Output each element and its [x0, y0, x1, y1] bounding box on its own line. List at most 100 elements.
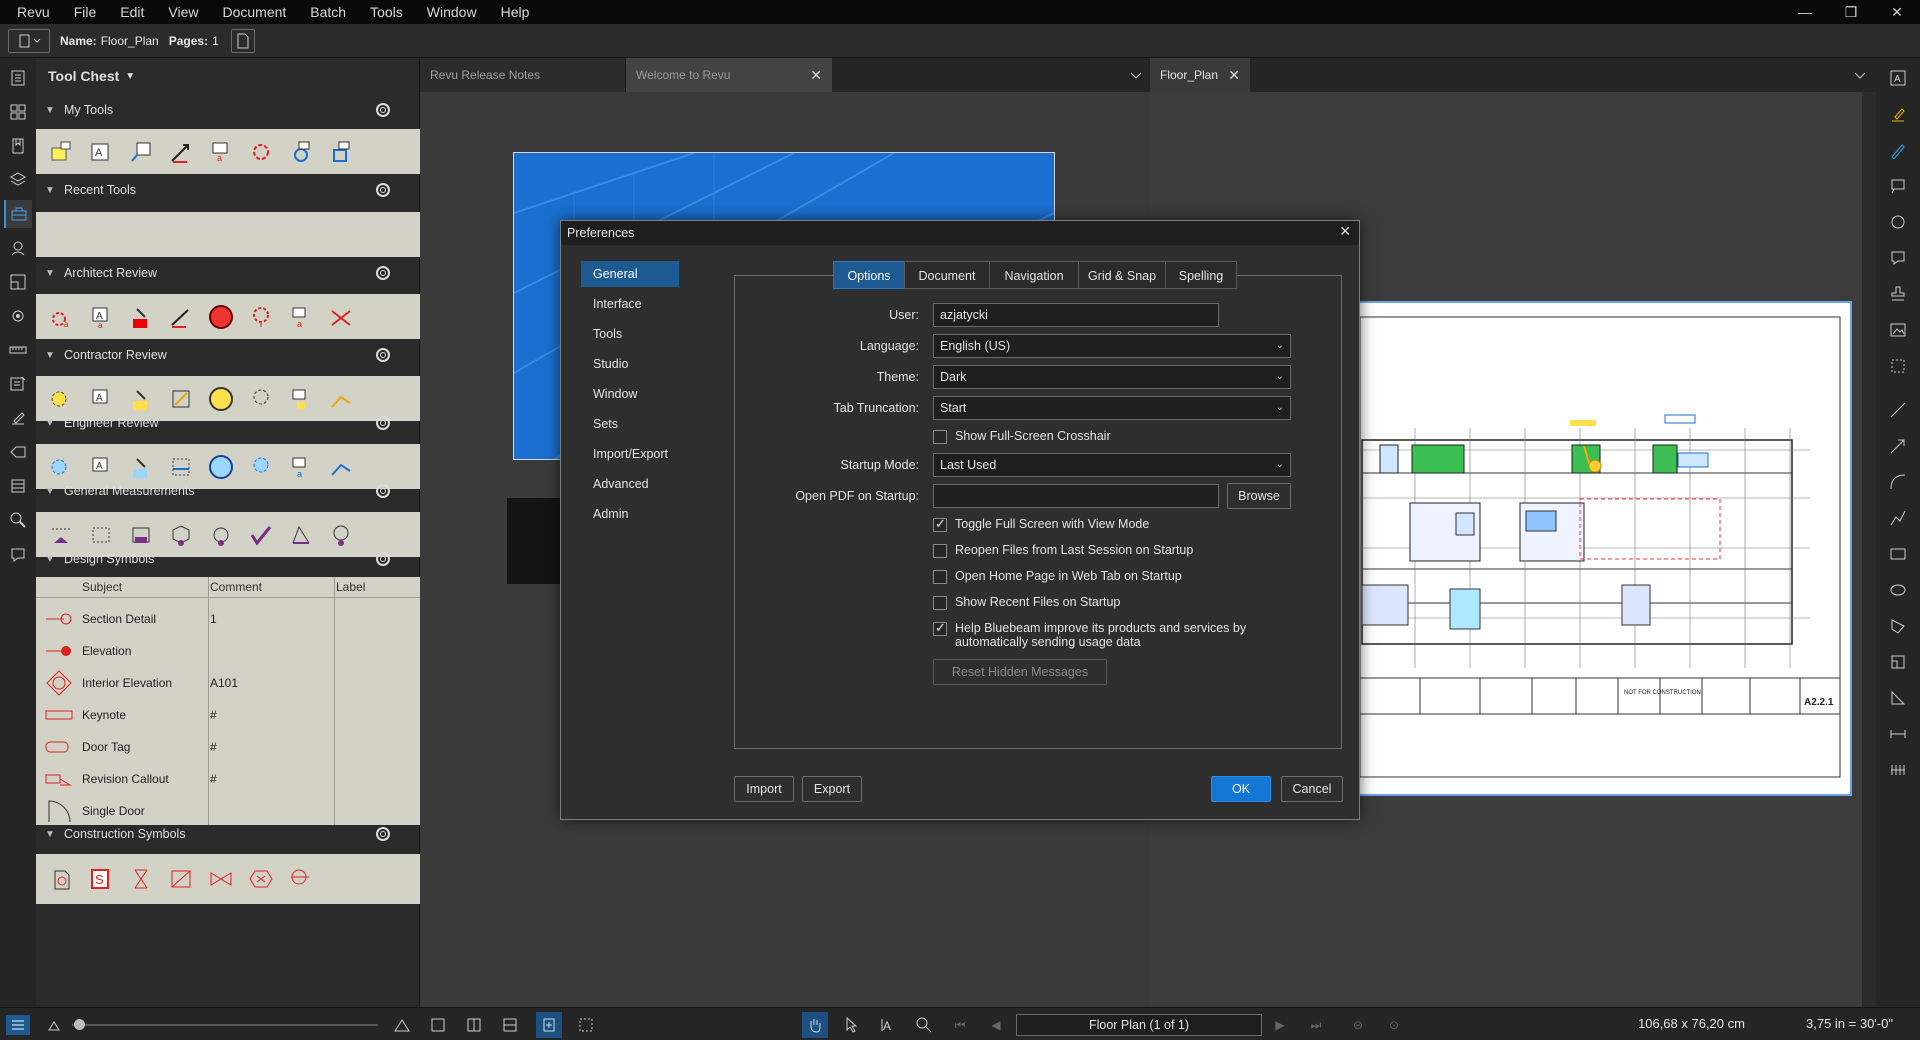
zoom-slider-thumb[interactable] — [74, 1019, 85, 1030]
image-icon[interactable] — [1886, 318, 1910, 342]
signatures-icon[interactable] — [4, 404, 32, 432]
properties-icon[interactable] — [4, 302, 32, 330]
split-horizontal-icon[interactable] — [500, 1015, 520, 1035]
zoom-in-mountain-icon[interactable] — [392, 1015, 412, 1035]
callout-tool-icon[interactable] — [128, 139, 154, 165]
measure-length-icon[interactable] — [1886, 722, 1910, 746]
nav-general[interactable]: General — [581, 261, 679, 287]
menu-help[interactable]: Help — [489, 0, 542, 24]
startup-mode-select[interactable]: Last Used ⌄ — [933, 453, 1291, 477]
places-icon[interactable] — [4, 234, 32, 262]
close-icon[interactable]: ✕ — [810, 58, 822, 92]
user-input[interactable]: azjatycki — [933, 303, 1219, 327]
show-recent-files-checkbox[interactable] — [933, 596, 947, 610]
show-crosshair-checkbox[interactable] — [933, 430, 947, 444]
layers-icon[interactable] — [4, 166, 32, 194]
fill-icon[interactable] — [128, 304, 154, 330]
pen-icon[interactable] — [1886, 138, 1910, 162]
next-page-icon[interactable]: ▶ — [1270, 1015, 1290, 1035]
theme-select[interactable]: Dark ⌄ — [933, 365, 1291, 389]
column-header-label[interactable]: Label — [336, 577, 365, 597]
file-access-icon[interactable] — [4, 64, 32, 92]
list-icon[interactable] — [6, 1015, 30, 1035]
gear-icon[interactable] — [374, 264, 392, 282]
open-pdf-input[interactable] — [933, 484, 1219, 508]
dimension-icon[interactable] — [328, 304, 354, 330]
gear-icon[interactable] — [374, 482, 392, 500]
highlight-tool-icon[interactable] — [48, 139, 74, 165]
open-home-page-checkbox[interactable] — [933, 570, 947, 584]
keynote-tool-icon[interactable]: a — [208, 139, 234, 165]
close-window-button[interactable]: ✕ — [1874, 0, 1920, 24]
gear-icon[interactable] — [374, 346, 392, 364]
zoom-out-mountain-icon[interactable] — [44, 1015, 64, 1035]
select-tool-icon[interactable] — [842, 1015, 862, 1035]
dialog-close-icon[interactable]: ✕ — [1339, 223, 1351, 240]
section-design-symbols[interactable]: ▼ Design Symbols — [36, 543, 420, 575]
previous-view-icon[interactable]: ⊖ — [1348, 1015, 1368, 1035]
gear-icon[interactable] — [374, 101, 392, 119]
section-recent-tools[interactable]: ▼ Recent Tools — [36, 174, 420, 206]
section-contractor-review[interactable]: ▼ Contractor Review — [36, 339, 420, 371]
stamp-icon[interactable] — [1886, 282, 1910, 306]
menu-batch[interactable]: Batch — [298, 0, 358, 24]
sets-icon[interactable] — [4, 472, 32, 500]
markups-icon[interactable] — [4, 370, 32, 398]
measure-area-icon[interactable] — [1886, 650, 1910, 674]
arc-icon[interactable] — [1886, 470, 1910, 494]
note-icon[interactable] — [1886, 246, 1910, 270]
highlight-icon[interactable] — [1886, 102, 1910, 126]
section-general-measurements[interactable]: ▼ General Measurements — [36, 475, 420, 507]
document-scale[interactable]: 3,75 in = 30'-0" — [1806, 1016, 1893, 1031]
bowtie-icon[interactable] — [208, 866, 234, 892]
spaces-icon[interactable] — [4, 268, 32, 296]
text-box-tool-icon[interactable]: A — [88, 139, 114, 165]
menu-view[interactable]: View — [156, 0, 210, 24]
text-icon[interactable]: Aa — [88, 304, 114, 330]
restore-button[interactable]: ❐ — [1828, 0, 1874, 24]
ellipse-icon[interactable] — [1886, 578, 1910, 602]
drawing-sheet[interactable]: NOT FOR CONSTRUCTION A2.2.1 — [1358, 301, 1852, 796]
nav-admin[interactable]: Admin — [581, 501, 679, 527]
tab-release-notes[interactable]: Revu Release Notes — [420, 58, 626, 92]
tool-chest-title[interactable]: Tool Chest ▼ — [36, 58, 420, 94]
nav-tools[interactable]: Tools — [581, 321, 679, 347]
bookmarks-icon[interactable] — [4, 132, 32, 160]
hexagon-icon[interactable] — [248, 866, 274, 892]
gear-icon[interactable] — [374, 414, 392, 432]
section-architect-review[interactable]: ▼ Architect Review — [36, 257, 420, 289]
menu-tools[interactable]: Tools — [358, 0, 415, 24]
measure-circle-icon[interactable] — [208, 304, 234, 330]
tab-floor-plan[interactable]: Floor_Plan ✕ — [1150, 58, 1250, 92]
cloud-callout-icon[interactable]: a — [48, 304, 74, 330]
language-select[interactable]: English (US) ⌄ — [933, 334, 1291, 358]
import-button[interactable]: Import — [734, 776, 794, 802]
nav-window[interactable]: Window — [581, 381, 679, 407]
next-view-icon[interactable]: ⊙ — [1384, 1015, 1404, 1035]
tab-spelling[interactable]: Spelling — [1165, 261, 1237, 289]
tab-document[interactable]: Document — [904, 261, 990, 289]
usage-data-checkbox[interactable] — [933, 620, 947, 636]
section-my-tools[interactable]: ▼ My Tools — [36, 94, 420, 126]
valve-icon[interactable] — [128, 866, 154, 892]
ok-button[interactable]: OK — [1211, 776, 1271, 802]
measurements-icon[interactable] — [4, 336, 32, 364]
tab-navigation[interactable]: Navigation — [989, 261, 1079, 289]
nav-import-export[interactable]: Import/Export — [581, 441, 679, 467]
polygon-icon[interactable] — [1886, 614, 1910, 638]
gear-icon[interactable] — [374, 825, 392, 843]
menu-document[interactable]: Document — [210, 0, 298, 24]
sprinkler-icon[interactable]: S — [88, 866, 114, 892]
rectangle-tool-icon[interactable] — [328, 139, 354, 165]
text-box-icon[interactable]: A — [1886, 66, 1910, 90]
polyline-icon[interactable] — [1886, 506, 1910, 530]
gear-icon[interactable] — [374, 181, 392, 199]
page-navigation-field[interactable]: Floor Plan (1 of 1) — [1016, 1014, 1262, 1036]
menu-window[interactable]: Window — [415, 0, 489, 24]
column-header-subject[interactable]: Subject — [82, 577, 122, 597]
zoom-slider[interactable] — [72, 1024, 378, 1026]
cloud-icon[interactable] — [248, 304, 274, 330]
panel-icon[interactable] — [168, 866, 194, 892]
browse-button[interactable]: Browse — [1227, 483, 1291, 509]
tags-icon[interactable] — [4, 438, 32, 466]
